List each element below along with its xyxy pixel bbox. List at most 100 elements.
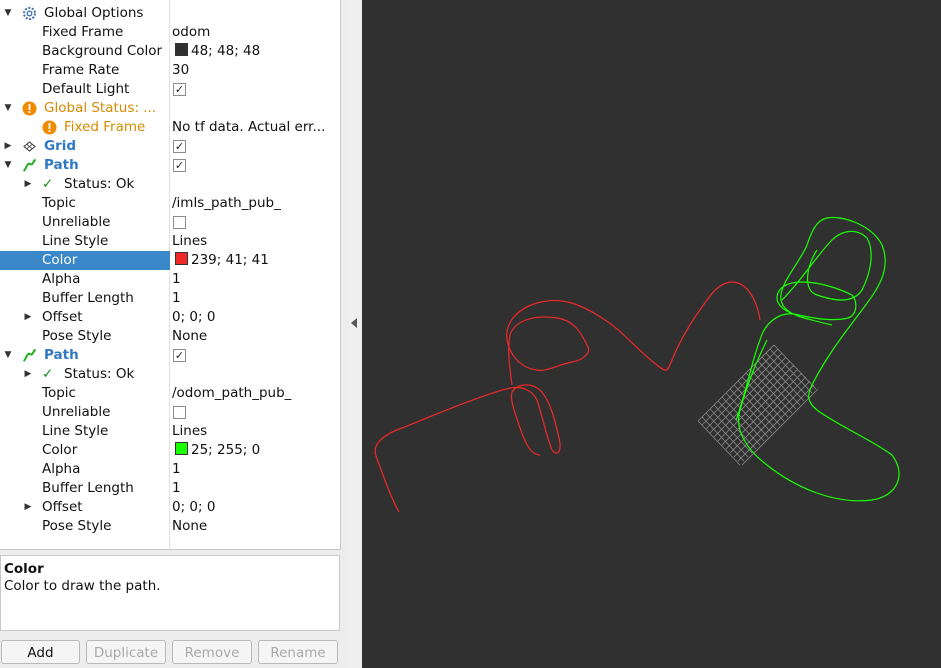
description-title: Color — [4, 561, 44, 577]
path-2-offset-value[interactable]: 0; 0; 0 — [170, 498, 340, 517]
path-1-checkbox[interactable]: ✓ — [173, 159, 186, 172]
path-1-color-swatch — [175, 252, 188, 265]
rename-button[interactable]: Rename — [258, 640, 338, 664]
buffer-length-label: Buffer Length — [42, 480, 134, 496]
tree-item-path-2-buffer-length[interactable]: Buffer Length 1 — [0, 479, 340, 498]
path-1-color-text: 239; 41; 41 — [191, 252, 269, 268]
tree-item-path-2-alpha[interactable]: Alpha 1 — [0, 460, 340, 479]
topic-label: Topic — [42, 385, 76, 401]
tree-item-path-2-status[interactable]: ▶ ✓ Status: Ok — [0, 365, 340, 384]
color-label: Color — [42, 252, 78, 268]
topic-label: Topic — [42, 195, 76, 211]
tree-item-status-fixed-frame[interactable]: Fixed Frame No tf data. Actual err... — [0, 118, 340, 137]
panel-splitter[interactable] — [348, 0, 362, 668]
duplicate-button[interactable]: Duplicate — [86, 640, 166, 664]
path-1-unreliable-checkbox[interactable] — [173, 216, 186, 229]
tree-item-path-1-buffer-length[interactable]: Buffer Length 1 — [0, 289, 340, 308]
tree-item-path-2-pose-style[interactable]: Pose Style None — [0, 517, 340, 536]
path-2-color-swatch — [175, 442, 188, 455]
3d-render-view[interactable] — [362, 0, 941, 668]
path-2-topic-value[interactable]: /odom_path_pub_ — [170, 384, 340, 403]
tree-item-path-2[interactable]: ▼ Path ✓ — [0, 346, 340, 365]
pose-style-label: Pose Style — [42, 328, 112, 344]
path-1-topic-value[interactable]: /imls_path_pub_ — [170, 194, 340, 213]
tree-item-path-1[interactable]: ▼ Path ✓ — [0, 156, 340, 175]
expand-down-icon[interactable]: ▼ — [2, 346, 14, 365]
expand-right-icon[interactable]: ▶ — [22, 308, 34, 327]
tree-item-path-2-offset[interactable]: ▶ Offset 0; 0; 0 — [0, 498, 340, 517]
expand-right-icon[interactable]: ▶ — [2, 137, 14, 156]
path-2-alpha-value[interactable]: 1 — [170, 460, 340, 479]
tree-item-path-1-line-style[interactable]: Line Style Lines — [0, 232, 340, 251]
tree-item-frame-rate[interactable]: Frame Rate 30 — [0, 61, 340, 80]
path-green — [735, 216, 900, 502]
warning-icon — [22, 101, 37, 116]
tree-item-path-1-topic[interactable]: Topic /imls_path_pub_ — [0, 194, 340, 213]
tree-item-grid[interactable]: ▶ Grid ✓ — [0, 137, 340, 156]
expand-right-icon[interactable]: ▶ — [22, 175, 34, 194]
path-2-checkbox[interactable]: ✓ — [173, 349, 186, 362]
path-icon — [22, 158, 37, 172]
unreliable-label: Unreliable — [42, 404, 111, 420]
render-scene — [374, 216, 900, 513]
tree-item-path-1-unreliable[interactable]: Unreliable — [0, 213, 340, 232]
status-fixed-frame-label: Fixed Frame — [64, 119, 146, 135]
path-2-buffer-length-value[interactable]: 1 — [170, 479, 340, 498]
expand-right-icon[interactable]: ▶ — [22, 498, 34, 517]
expand-down-icon[interactable]: ▼ — [2, 4, 14, 23]
grid-checkbox[interactable]: ✓ — [173, 140, 186, 153]
tree-item-fixed-frame[interactable]: Fixed Frame odom — [0, 23, 340, 42]
background-color-swatch — [175, 43, 188, 56]
background-color-value[interactable]: 48; 48; 48 — [170, 42, 340, 61]
expand-right-icon[interactable]: ▶ — [22, 365, 34, 384]
check-icon: ✓ — [42, 366, 54, 382]
expand-down-icon[interactable]: ▼ — [2, 99, 14, 118]
fixed-frame-value[interactable]: odom — [170, 23, 340, 42]
line-style-label: Line Style — [42, 233, 109, 249]
path-2-line-style-value[interactable]: Lines — [170, 422, 340, 441]
tree-item-path-2-unreliable[interactable]: Unreliable — [0, 403, 340, 422]
line-style-label: Line Style — [42, 423, 109, 439]
path-1-alpha-value[interactable]: 1 — [170, 270, 340, 289]
background-color-text: 48; 48; 48 — [191, 43, 261, 59]
default-light-checkbox[interactable]: ✓ — [173, 83, 186, 96]
tree-item-background-color[interactable]: Background Color 48; 48; 48 — [0, 42, 340, 61]
alpha-label: Alpha — [42, 461, 81, 477]
tree-item-path-1-color[interactable]: Color 239; 41; 41 — [0, 251, 340, 270]
displays-tree: ▼ Global Options Fixed Frame odom Backgr… — [0, 0, 341, 550]
collapse-left-icon[interactable] — [351, 318, 357, 328]
tree-item-path-1-alpha[interactable]: Alpha 1 — [0, 270, 340, 289]
path-2-label: Path — [44, 347, 79, 363]
global-options-label: Global Options — [44, 5, 144, 21]
expand-down-icon[interactable]: ▼ — [2, 156, 14, 175]
path-1-buffer-length-value[interactable]: 1 — [170, 289, 340, 308]
check-icon: ✓ — [42, 176, 54, 192]
tree-item-path-1-status[interactable]: ▶ ✓ Status: Ok — [0, 175, 340, 194]
tree-item-global-status[interactable]: ▼ Global Status: ... — [0, 99, 340, 118]
frame-rate-value[interactable]: 30 — [170, 61, 340, 80]
fixed-frame-label: Fixed Frame — [42, 24, 124, 40]
description-text: Color to draw the path. — [4, 578, 161, 594]
tree-item-path-1-pose-style[interactable]: Pose Style None — [0, 327, 340, 346]
tree-item-default-light[interactable]: Default Light ✓ — [0, 80, 340, 99]
path-1-color-value[interactable]: 239; 41; 41 — [170, 251, 340, 270]
grid-display — [697, 344, 819, 466]
tree-item-path-1-offset[interactable]: ▶ Offset 0; 0; 0 — [0, 308, 340, 327]
path-1-pose-style-value[interactable]: None — [170, 327, 340, 346]
path-2-color-text: 25; 255; 0 — [191, 442, 261, 458]
tree-item-path-2-line-style[interactable]: Line Style Lines — [0, 422, 340, 441]
displays-panel: ▼ Global Options Fixed Frame odom Backgr… — [0, 0, 348, 668]
path-2-unreliable-checkbox[interactable] — [173, 406, 186, 419]
status-fixed-frame-value: No tf data. Actual err... — [172, 119, 326, 135]
path-2-color-value[interactable]: 25; 255; 0 — [170, 441, 340, 460]
add-button[interactable]: Add — [1, 640, 80, 664]
path-2-pose-style-value[interactable]: None — [170, 517, 340, 536]
tree-item-global-options[interactable]: ▼ Global Options — [0, 4, 340, 23]
path-1-line-style-value[interactable]: Lines — [170, 232, 340, 251]
tree-item-path-2-topic[interactable]: Topic /odom_path_pub_ — [0, 384, 340, 403]
remove-button[interactable]: Remove — [172, 640, 252, 664]
path-1-offset-value[interactable]: 0; 0; 0 — [170, 308, 340, 327]
grid-label: Grid — [44, 138, 77, 154]
tree-item-path-2-color[interactable]: Color 25; 255; 0 — [0, 441, 340, 460]
path-icon — [22, 348, 37, 362]
